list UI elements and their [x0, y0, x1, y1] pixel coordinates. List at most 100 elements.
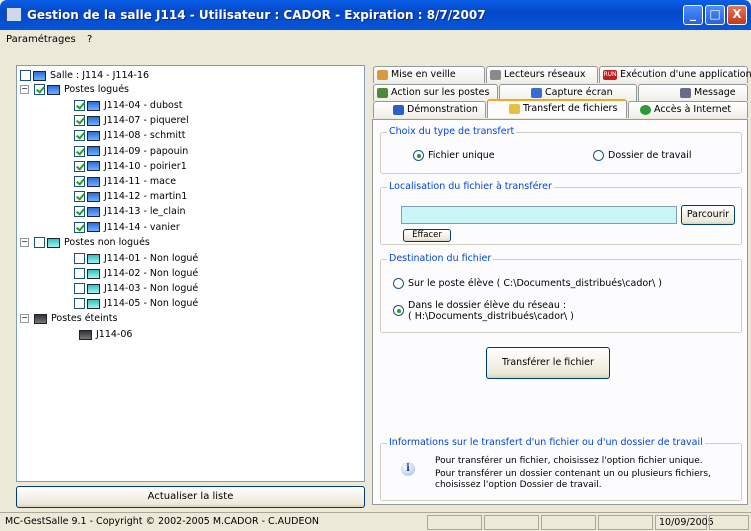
item-checkbox[interactable]: [74, 298, 85, 309]
computer-icon: [47, 84, 60, 95]
room-icon: [33, 70, 46, 81]
file-path-input[interactable]: [401, 206, 677, 224]
transfer-type-group: Choix du type de transfert Fichier uniqu…: [380, 126, 742, 174]
radio-single-file[interactable]: Fichier unique: [413, 150, 495, 161]
radio-button[interactable]: [413, 150, 424, 161]
tree-item[interactable]: J114-14 - vanier: [74, 221, 180, 234]
tree-item-off[interactable]: J114-06: [79, 328, 132, 341]
collapse-icon[interactable]: −: [20, 85, 29, 94]
computer-icon: [87, 268, 100, 279]
close-button[interactable]: X: [727, 5, 747, 25]
item-checkbox[interactable]: [74, 283, 85, 294]
group-label: Postes non logués: [64, 237, 150, 248]
tree-item-label: J114-04 - dubost: [104, 100, 183, 111]
item-checkbox[interactable]: [74, 268, 85, 279]
transfer-file-button[interactable]: Transférer le fichier: [486, 347, 610, 379]
tree-item[interactable]: J114-08 - schmitt: [74, 129, 185, 142]
tree-item[interactable]: J114-01 - Non logué: [74, 252, 198, 265]
item-checkbox[interactable]: [74, 176, 85, 187]
destination-group: Destination du fichier Sur le poste élèv…: [380, 253, 742, 333]
info-group: Informations sur le transfert d'un fichi…: [380, 437, 742, 501]
root-checkbox[interactable]: [20, 70, 31, 81]
collapse-icon[interactable]: −: [20, 238, 29, 247]
tree-item-label: J114-12 - martin1: [104, 191, 188, 203]
status-pane: [427, 515, 482, 530]
tree-item[interactable]: J114-13 - le_clain: [74, 205, 186, 218]
item-checkbox[interactable]: [74, 253, 85, 264]
tab-demonstration[interactable]: Démonstration: [373, 101, 486, 118]
tab-action-postes[interactable]: Action sur les postes: [373, 84, 498, 101]
tree-item-label: J114-08 - schmitt: [104, 130, 186, 142]
tree-item[interactable]: J114-02 - Non logué: [74, 267, 198, 280]
menu-help[interactable]: ?: [87, 34, 92, 45]
status-pane: [541, 515, 596, 530]
computer-icon: [87, 100, 100, 111]
minimize-button[interactable]: _: [683, 5, 703, 25]
tree-item[interactable]: J114-04 - dubost: [74, 99, 183, 112]
tree-item[interactable]: J114-05 - Non logué: [74, 297, 198, 310]
status-pane: [709, 515, 749, 530]
tree-group-off[interactable]: − Postes éteints: [20, 312, 117, 325]
group-legend: Informations sur le transfert d'un fichi…: [387, 437, 705, 448]
group-label: Postes éteints: [51, 313, 118, 324]
menu-bar: Paramétrages ?: [0, 30, 751, 51]
tree-item[interactable]: J114-12 - martin1: [74, 190, 187, 203]
tree-item[interactable]: J114-03 - Non logué: [74, 282, 198, 295]
tree-item-label: J114-02 - Non logué: [104, 268, 199, 279]
maximize-button[interactable]: □: [705, 5, 725, 25]
status-bar: MC-GestSalle 9.1 - Copyright © 2002-2005…: [0, 512, 751, 531]
tab-execution-application[interactable]: RUN Exécution d'une application: [599, 66, 751, 83]
item-checkbox[interactable]: [74, 130, 85, 142]
item-checkbox[interactable]: [74, 160, 85, 172]
tree-item-label: J114-03 - Non logué: [104, 283, 199, 294]
status-pane: [598, 515, 653, 530]
item-checkbox[interactable]: [74, 115, 85, 127]
network-drive-icon: [490, 69, 501, 80]
info-line-3: choisissez l'option Dossier de travail.: [435, 480, 602, 490]
computer-icon: [87, 176, 100, 187]
refresh-list-button[interactable]: Actualiser la liste: [16, 486, 365, 508]
tab-transfert-fichiers[interactable]: Transfert de fichiers: [487, 99, 627, 118]
radio-network-dest[interactable]: Dans le dossier élève du réseau : ( H:\D…: [393, 300, 574, 322]
item-checkbox[interactable]: [74, 145, 85, 157]
radio-work-folder[interactable]: Dossier de travail: [593, 150, 692, 161]
tab-label: Action sur les postes: [391, 87, 490, 98]
item-checkbox[interactable]: [74, 206, 85, 218]
workstation-tree[interactable]: Salle : J114 - J114-16 − Postes logués J1…: [16, 65, 365, 482]
radio-button[interactable]: [593, 150, 604, 161]
tree-group-notlogged[interactable]: − Postes non logués: [20, 236, 150, 249]
menu-parametrages[interactable]: Paramétrages: [6, 34, 76, 45]
collapse-icon[interactable]: −: [20, 314, 29, 323]
tree-item-label: J114-06: [96, 329, 133, 340]
item-checkbox[interactable]: [74, 191, 85, 203]
tab-mise-en-veille[interactable]: Mise en veille: [373, 66, 485, 83]
radio-label: Fichier unique: [428, 150, 495, 161]
demo-icon: [393, 104, 404, 115]
tree-root[interactable]: Salle : J114 - J114-16: [20, 69, 149, 82]
message-icon: [680, 87, 691, 98]
computer-icon: [87, 191, 100, 202]
group-checkbox[interactable]: [34, 237, 45, 248]
tree-item[interactable]: J114-09 - papouin: [74, 145, 188, 158]
tab-lecteurs-reseaux[interactable]: Lecteurs réseaux: [486, 66, 598, 83]
tab-message[interactable]: Message: [638, 84, 748, 101]
radio-local-dest[interactable]: Sur le poste élève ( C:\Documents_distri…: [393, 278, 662, 289]
tree-item[interactable]: J114-10 - poirier1: [74, 160, 187, 173]
tree-group-logged[interactable]: − Postes logués: [20, 83, 129, 96]
item-checkbox[interactable]: [74, 221, 85, 233]
tree-item[interactable]: J114-11 - mace: [74, 175, 176, 188]
tab-label: Lecteurs réseaux: [504, 69, 586, 80]
computer-icon: [87, 283, 100, 294]
radio-button[interactable]: [393, 278, 404, 289]
tree-item[interactable]: J114-07 - piquerel: [74, 114, 189, 127]
status-copyright: MC-GestSalle 9.1 - Copyright © 2002-2005…: [5, 516, 320, 527]
group-checkbox[interactable]: [34, 84, 45, 95]
tree-item-label: J114-14 - vanier: [104, 221, 180, 233]
clear-button[interactable]: Effacer: [403, 229, 451, 242]
item-checkbox[interactable]: [74, 100, 85, 111]
radio-label: Dossier de travail: [608, 150, 692, 161]
tab-acces-internet[interactable]: Accès à Internet: [628, 101, 748, 118]
browse-button[interactable]: Parcourir: [681, 205, 735, 225]
action-icon: [377, 87, 388, 98]
radio-button[interactable]: [393, 305, 404, 316]
